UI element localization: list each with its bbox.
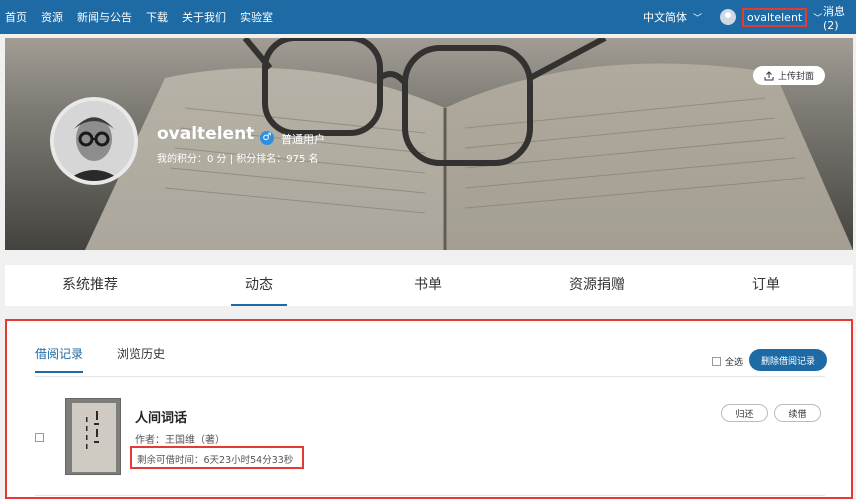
book-cover[interactable] xyxy=(65,398,121,475)
top-nav: 首页 资源 新闻与公告 下载 关于我们 实验室 中文简体 ﹀ ovaltelen… xyxy=(0,0,856,34)
book-author: 作者：王国维（著） xyxy=(135,435,225,446)
user-avatar-icon xyxy=(720,9,736,25)
nav-resources[interactable]: 资源 xyxy=(41,9,63,25)
tab-booklist[interactable]: 书单 xyxy=(410,265,446,306)
select-all-label: 全选 xyxy=(725,358,744,368)
record-subtabs: 借阅记录 浏览历史 xyxy=(35,345,165,373)
upload-cover-label: 上传封面 xyxy=(777,72,814,82)
upload-cover-button[interactable]: 上传封面 xyxy=(753,66,825,85)
messages-link[interactable]: 消息(2) xyxy=(823,0,856,34)
return-button[interactable]: 归还 xyxy=(721,404,768,422)
nav-home[interactable]: 首页 xyxy=(5,9,27,25)
tab-recommend[interactable]: 系统推荐 xyxy=(50,265,130,306)
book-title[interactable]: 人间词话 xyxy=(135,407,187,426)
renew-button[interactable]: 续借 xyxy=(774,404,821,422)
profile-avatar xyxy=(50,97,138,185)
profile-tabs: 系统推荐 动态 书单 资源捐赠 订单 xyxy=(5,265,853,306)
divider xyxy=(35,376,825,377)
user-menu[interactable]: ovaltelent ﹀ xyxy=(720,0,822,34)
user-type-label: 普通用户 xyxy=(281,133,325,146)
nav-about[interactable]: 关于我们 xyxy=(182,9,226,25)
nav-username[interactable]: ovaltelent xyxy=(742,7,808,27)
upload-icon xyxy=(764,70,774,80)
profile-banner: ovaltelent ♂ 普通用户 我的积分：0 分 | 积分排名：975 名 … xyxy=(5,38,853,250)
nav-lab[interactable]: 实验室 xyxy=(240,9,273,25)
tab-orders[interactable]: 订单 xyxy=(748,265,784,306)
select-all[interactable]: 全选 xyxy=(712,355,743,368)
nav-download[interactable]: 下载 xyxy=(146,9,168,25)
item-checkbox[interactable] xyxy=(35,433,44,442)
profile-name: ovaltelent xyxy=(157,124,255,144)
divider xyxy=(35,495,825,496)
nav-links: 首页 资源 新闻与公告 下载 关于我们 实验室 xyxy=(5,0,273,34)
borrow-records-panel: 借阅记录 浏览历史 全选 删除借阅记录 人间词话 作者：王国维（著） 剩余可借时… xyxy=(5,319,853,499)
select-all-checkbox[interactable] xyxy=(712,357,721,366)
chevron-down-icon: ﹀ xyxy=(813,13,823,24)
nav-news[interactable]: 新闻与公告 xyxy=(77,9,132,25)
subtab-browse-history[interactable]: 浏览历史 xyxy=(117,345,165,373)
male-icon: ♂ xyxy=(260,131,274,145)
chevron-down-icon: ﹀ xyxy=(693,13,703,24)
tab-donation[interactable]: 资源捐赠 xyxy=(557,265,637,306)
subtab-borrow-records[interactable]: 借阅记录 xyxy=(35,345,84,373)
language-selector[interactable]: 中文简体 ﹀ xyxy=(643,0,702,34)
profile-stats: 我的积分：0 分 | 积分排名：975 名 xyxy=(157,154,319,165)
delete-records-button[interactable]: 删除借阅记录 xyxy=(749,349,827,371)
remaining-time: 剩余可借时间：6天23小时54分33秒 xyxy=(137,455,294,466)
language-label: 中文简体 xyxy=(643,11,687,24)
tab-activity[interactable]: 动态 xyxy=(231,265,287,306)
